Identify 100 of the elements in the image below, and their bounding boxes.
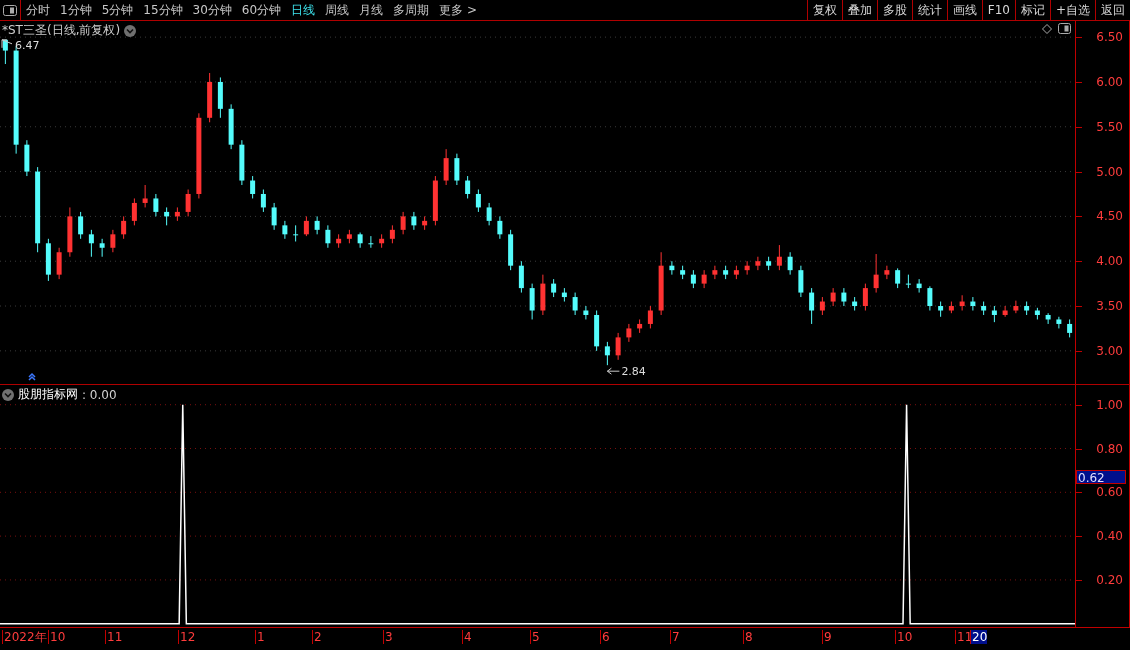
candlestick [841, 287, 847, 307]
candlestick [884, 265, 890, 280]
axis-label: 0.20 [1096, 572, 1123, 587]
date-label: 11 [105, 630, 123, 644]
toolbar-button[interactable]: +自选 [1049, 0, 1095, 20]
toolbar-button[interactable]: F10 [981, 0, 1015, 20]
candlestick [465, 175, 471, 199]
date-label: 20 [970, 630, 988, 644]
candlestick [78, 211, 84, 240]
date-label: 3 [383, 630, 393, 644]
candlestick [1013, 300, 1019, 314]
axis-label: 5.50 [1096, 119, 1123, 134]
candlestick [583, 305, 589, 320]
date-label: 9 [822, 630, 832, 644]
axis-label: 6.50 [1096, 30, 1123, 45]
date-label: 7 [670, 630, 680, 644]
candlestick [293, 224, 299, 242]
period-tab[interactable]: 60分钟 [236, 0, 287, 20]
indicator-value: : 0.00 [82, 387, 117, 402]
axis-label: 3.50 [1096, 299, 1123, 313]
candlestick [927, 285, 933, 311]
candlestick [701, 269, 707, 289]
panel-toggle-icon[interactable] [3, 4, 17, 16]
candlestick [475, 189, 481, 213]
candlestick [282, 220, 288, 240]
candlestick [669, 260, 675, 276]
candlestick [873, 253, 879, 294]
toolbar-button[interactable]: 画线 [946, 0, 982, 20]
date-label: 2 [312, 630, 322, 644]
candlestick [185, 189, 191, 217]
cursor-value-label: 0.62 [1076, 470, 1126, 485]
candlestick [959, 294, 965, 311]
axis-label: 0.40 [1096, 529, 1123, 544]
axis-label: 5.00 [1096, 164, 1123, 179]
candlestick [131, 197, 137, 226]
axis-label: 4.00 [1096, 254, 1123, 269]
date-label: 10 [48, 630, 66, 644]
candlestick [830, 287, 836, 307]
candlestick [88, 229, 94, 258]
axis-label: 0.80 [1096, 441, 1123, 456]
chevron-icon[interactable] [2, 388, 14, 401]
candlestick [368, 235, 374, 249]
period-tab[interactable]: 多周期 [388, 0, 435, 20]
period-tab[interactable]: 30分钟 [187, 0, 237, 20]
candlestick [755, 256, 761, 271]
candlestick [916, 278, 922, 294]
period-tab[interactable]: 5分钟 [96, 0, 139, 20]
period-tab[interactable]: 周线 [320, 0, 355, 20]
candlestick [121, 215, 127, 240]
candlestick [99, 238, 105, 258]
double-arrow-icon [28, 372, 36, 381]
diamond-icon[interactable] [1042, 23, 1052, 34]
date-label: 4 [462, 630, 472, 644]
period-tab[interactable]: 15分钟 [138, 0, 188, 20]
period-tab[interactable]: 更多 > [434, 0, 482, 20]
period-tab[interactable]: 分时 [21, 0, 55, 20]
axis-label: 0.60 [1096, 485, 1123, 500]
candlestick [1056, 316, 1062, 329]
candlestick [809, 287, 815, 325]
date-label: 1 [255, 630, 265, 644]
candlestick [486, 202, 492, 226]
toolbar-button[interactable]: 复权 [806, 0, 842, 20]
toolbar-button[interactable]: 返回 [1095, 0, 1130, 20]
date-label: 6 [600, 630, 610, 644]
candlestick [1002, 305, 1008, 318]
candlestick [443, 148, 449, 186]
candlestick [970, 296, 976, 311]
candlestick [153, 193, 159, 217]
toolbar-button[interactable]: 统计 [911, 0, 947, 20]
period-tab[interactable]: 日线 [286, 0, 321, 20]
candlestick [862, 283, 868, 311]
candlestick [303, 215, 309, 237]
toolbar-button[interactable]: 多股 [876, 0, 912, 20]
candlestick [744, 260, 750, 276]
candlestick [325, 224, 331, 249]
candlestick [250, 175, 256, 199]
chevron-icon[interactable] [124, 24, 137, 37]
candlestick [905, 274, 911, 289]
date-label: 5 [530, 630, 540, 644]
candlestick [604, 341, 610, 366]
panel-toggle-icon[interactable] [1058, 23, 1071, 34]
candlestick [56, 247, 62, 280]
candlestick [142, 184, 148, 208]
toolbar-button[interactable]: 标记 [1014, 0, 1050, 20]
candlestick [454, 153, 460, 186]
low-price-label: 2.84 [621, 365, 646, 379]
indicator-name: 股朋指标网 [18, 386, 78, 403]
candlestick [260, 189, 266, 213]
toolbar-button[interactable]: 叠加 [841, 0, 877, 20]
candlestick [400, 211, 406, 235]
axis-label: 1.00 [1096, 397, 1123, 412]
candlestick [1045, 312, 1051, 325]
candlestick [712, 265, 718, 280]
candlestick [626, 323, 632, 343]
candlestick [787, 251, 793, 276]
candlestick [271, 202, 277, 231]
candlestick [776, 244, 782, 271]
period-tab[interactable]: 1分钟 [55, 0, 97, 20]
candlestick [647, 305, 653, 329]
period-tab[interactable]: 月线 [354, 0, 389, 20]
